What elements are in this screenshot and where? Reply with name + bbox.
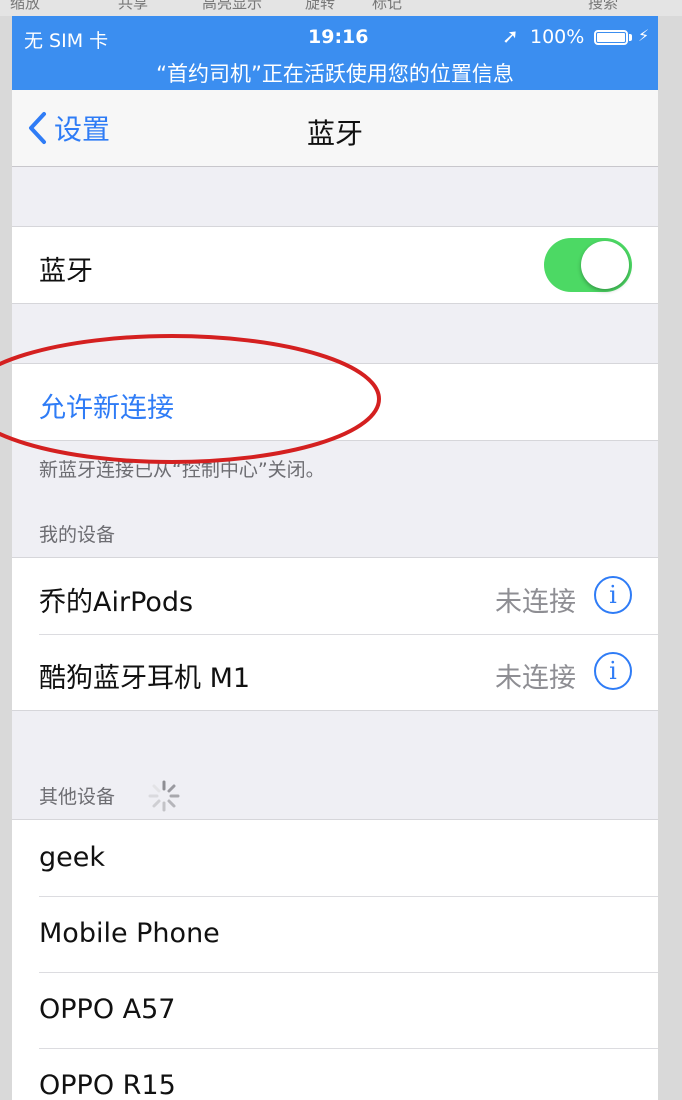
device-row[interactable]: 乔的AirPods 未连接 i [12, 558, 658, 634]
allow-new-connections-label: 允许新连接 [39, 393, 174, 424]
battery-icon [594, 30, 628, 45]
device-name: OPPO A57 [39, 994, 176, 1025]
bluetooth-row: 蓝牙 [12, 227, 658, 303]
my-devices-header: 我的设备 [39, 524, 116, 546]
viewer-markup-button[interactable]: 标记 [372, 0, 402, 13]
bluetooth-toggle[interactable] [544, 238, 632, 292]
page-title: 蓝牙 [306, 117, 363, 150]
device-row[interactable]: 酷狗蓝牙耳机 M1 未连接 i [12, 634, 658, 710]
toggle-knob [581, 241, 629, 289]
device-status: 未连接 [495, 587, 576, 618]
device-row[interactable]: OPPO R15 [12, 1048, 658, 1100]
device-name: 酷狗蓝牙耳机 M1 [39, 663, 251, 694]
device-status: 未连接 [495, 663, 576, 694]
viewer-share-button[interactable]: 共享 [118, 0, 148, 13]
device-row[interactable]: geek [12, 820, 658, 896]
viewer-highlight-button[interactable]: 高亮显示 [202, 0, 262, 13]
info-icon[interactable]: i [594, 652, 632, 690]
viewer-zoom-button[interactable]: 缩放 [10, 0, 40, 13]
location-arrow-icon: ➚ [502, 24, 519, 48]
device-name: geek [39, 842, 105, 873]
device-name: Mobile Phone [39, 918, 220, 949]
charging-bolt-icon: ⚡ [638, 26, 650, 45]
navigation-bar: 设置 蓝牙 [12, 90, 658, 167]
status-time: 19:16 [308, 26, 369, 48]
location-banner[interactable]: “首约司机”正在活跃使用您的位置信息 [12, 58, 658, 88]
device-name: 乔的AirPods [39, 587, 194, 618]
allow-new-connections-row[interactable]: 允许新连接 [12, 364, 658, 440]
allow-new-footer-note: 新蓝牙连接已从“控制中心”关闭。 [39, 459, 325, 481]
bluetooth-group: 蓝牙 [12, 226, 658, 304]
other-devices-group: geek Mobile Phone OPPO A57 OPPO R15 [12, 819, 658, 1100]
device-row[interactable]: Mobile Phone [12, 896, 658, 972]
battery-tip [629, 34, 632, 41]
carrier-label: 无 SIM 卡 [24, 30, 109, 52]
device-name: OPPO R15 [39, 1070, 176, 1100]
device-row[interactable]: OPPO A57 [12, 972, 658, 1048]
viewer-search-button[interactable]: 搜索 [588, 0, 618, 13]
battery-percent: 100% [530, 26, 585, 48]
viewer-toolbar: 缩放 共享 高亮显示 旋转 标记 搜索 [0, 0, 682, 16]
loading-spinner-icon [148, 780, 180, 812]
status-bar: 无 SIM 卡 19:16 ➚ 100% ⚡ “首约司机”正在活跃使用您的位置信… [12, 16, 658, 90]
allow-new-group: 允许新连接 [12, 363, 658, 441]
other-devices-header: 其他设备 [39, 786, 116, 808]
phone-screen: 无 SIM 卡 19:16 ➚ 100% ⚡ “首约司机”正在活跃使用您的位置信… [12, 16, 658, 1100]
viewer-rotate-button[interactable]: 旋转 [305, 0, 335, 13]
bluetooth-label: 蓝牙 [39, 256, 93, 287]
info-icon[interactable]: i [594, 576, 632, 614]
my-devices-group: 乔的AirPods 未连接 i 酷狗蓝牙耳机 M1 未连接 i [12, 557, 658, 711]
